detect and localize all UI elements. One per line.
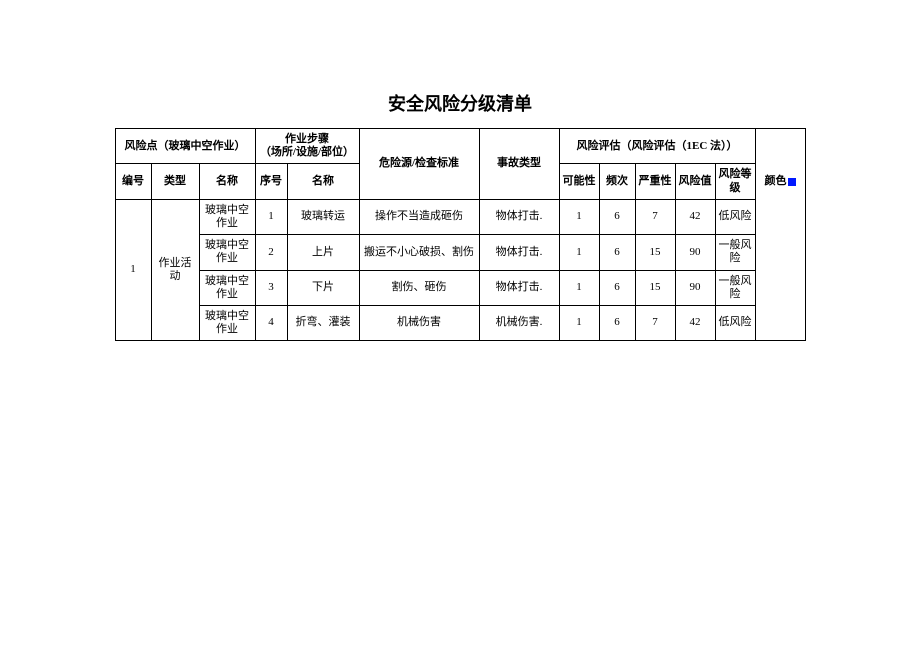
cell-hazard: 搬运不小心破损、割伤 (359, 235, 479, 270)
hdr-accident: 事故类型 (479, 129, 559, 200)
cell-level: 低风险 (715, 305, 755, 340)
hdr-step: 作业步骤 （场所/设施/部位） (255, 129, 359, 164)
cell-name: 玻璃中空作业 (199, 235, 255, 270)
table-row: 玻璃中空作业 4 折弯、灌装 机械伤害 机械伤害. 1 6 7 42 低风险 (115, 305, 805, 340)
cell-hazard: 机械伤害 (359, 305, 479, 340)
cell-accident: 物体打击. (479, 270, 559, 305)
cell-sev: 7 (635, 199, 675, 234)
cell-level: 一般风险 (715, 270, 755, 305)
cell-val: 90 (675, 270, 715, 305)
color-cell-bottom (755, 235, 805, 341)
cell-group-type: 作业活动 (151, 199, 199, 341)
cell-accident: 物体打击. (479, 199, 559, 234)
hdr-freq: 频次 (599, 164, 635, 199)
cell-prob: 1 (559, 270, 599, 305)
cell-sn: 2 (255, 235, 287, 270)
risk-table: 风险点（玻璃中空作业） 作业步骤 （场所/设施/部位） 危险源/检查标准 事故类… (115, 128, 806, 341)
cell-freq: 6 (599, 305, 635, 340)
cell-prob: 1 (559, 199, 599, 234)
header-row-1: 风险点（玻璃中空作业） 作业步骤 （场所/设施/部位） 危险源/检查标准 事故类… (115, 129, 805, 164)
cell-val: 90 (675, 235, 715, 270)
hdr-risk-point: 风险点（玻璃中空作业） (115, 129, 255, 164)
cell-accident: 机械伤害. (479, 305, 559, 340)
hdr-type: 类型 (151, 164, 199, 199)
cell-level: 一般风险 (715, 235, 755, 270)
cell-name: 玻璃中空作业 (199, 199, 255, 234)
cell-sev: 15 (635, 235, 675, 270)
hdr-hazard: 危险源/检查标准 (359, 129, 479, 200)
cell-prob: 1 (559, 235, 599, 270)
cell-sev: 15 (635, 270, 675, 305)
hdr-sn: 序号 (255, 164, 287, 199)
table-row: 玻璃中空作业 2 上片 搬运不小心破损、割伤 物体打击. 1 6 15 90 一… (115, 235, 805, 270)
cell-sname: 玻璃转运 (287, 199, 359, 234)
blue-square-icon (788, 178, 796, 186)
cell-prob: 1 (559, 305, 599, 340)
cell-accident: 物体打击. (479, 235, 559, 270)
hdr-sname: 名称 (287, 164, 359, 199)
hdr-name: 名称 (199, 164, 255, 199)
hdr-assessment: 风险评估（风险评估（1EC 法）） (559, 129, 755, 164)
hdr-sev: 严重性 (635, 164, 675, 199)
cell-sname: 下片 (287, 270, 359, 305)
color-label: 颜色 (765, 175, 787, 187)
cell-hazard: 割伤、砸伤 (359, 270, 479, 305)
cell-val: 42 (675, 305, 715, 340)
cell-sname: 折弯、灌装 (287, 305, 359, 340)
cell-hazard: 操作不当造成砸伤 (359, 199, 479, 234)
cell-freq: 6 (599, 199, 635, 234)
cell-freq: 6 (599, 270, 635, 305)
cell-name: 玻璃中空作业 (199, 270, 255, 305)
cell-sn: 3 (255, 270, 287, 305)
cell-level: 低风险 (715, 199, 755, 234)
hdr-prob: 可能性 (559, 164, 599, 199)
cell-name: 玻璃中空作业 (199, 305, 255, 340)
hdr-level: 风险等级 (715, 164, 755, 199)
hdr-val: 风险值 (675, 164, 715, 199)
cell-freq: 6 (599, 235, 635, 270)
table-row: 1 作业活动 玻璃中空作业 1 玻璃转运 操作不当造成砸伤 物体打击. 1 6 … (115, 199, 805, 234)
cell-group-no: 1 (115, 199, 151, 341)
cell-sev: 7 (635, 305, 675, 340)
hdr-no: 编号 (115, 164, 151, 199)
cell-sname: 上片 (287, 235, 359, 270)
page-title: 安全风险分级清单 (0, 90, 920, 116)
cell-sn: 4 (255, 305, 287, 340)
cell-val: 42 (675, 199, 715, 234)
color-cell-top: 颜色 (755, 129, 805, 235)
page: 安全风险分级清单 风险点（玻璃中空作业） 作业步骤 （场所/设施/部位） 危险源… (0, 0, 920, 651)
table-row: 玻璃中空作业 3 下片 割伤、砸伤 物体打击. 1 6 15 90 一般风险 (115, 270, 805, 305)
cell-sn: 1 (255, 199, 287, 234)
